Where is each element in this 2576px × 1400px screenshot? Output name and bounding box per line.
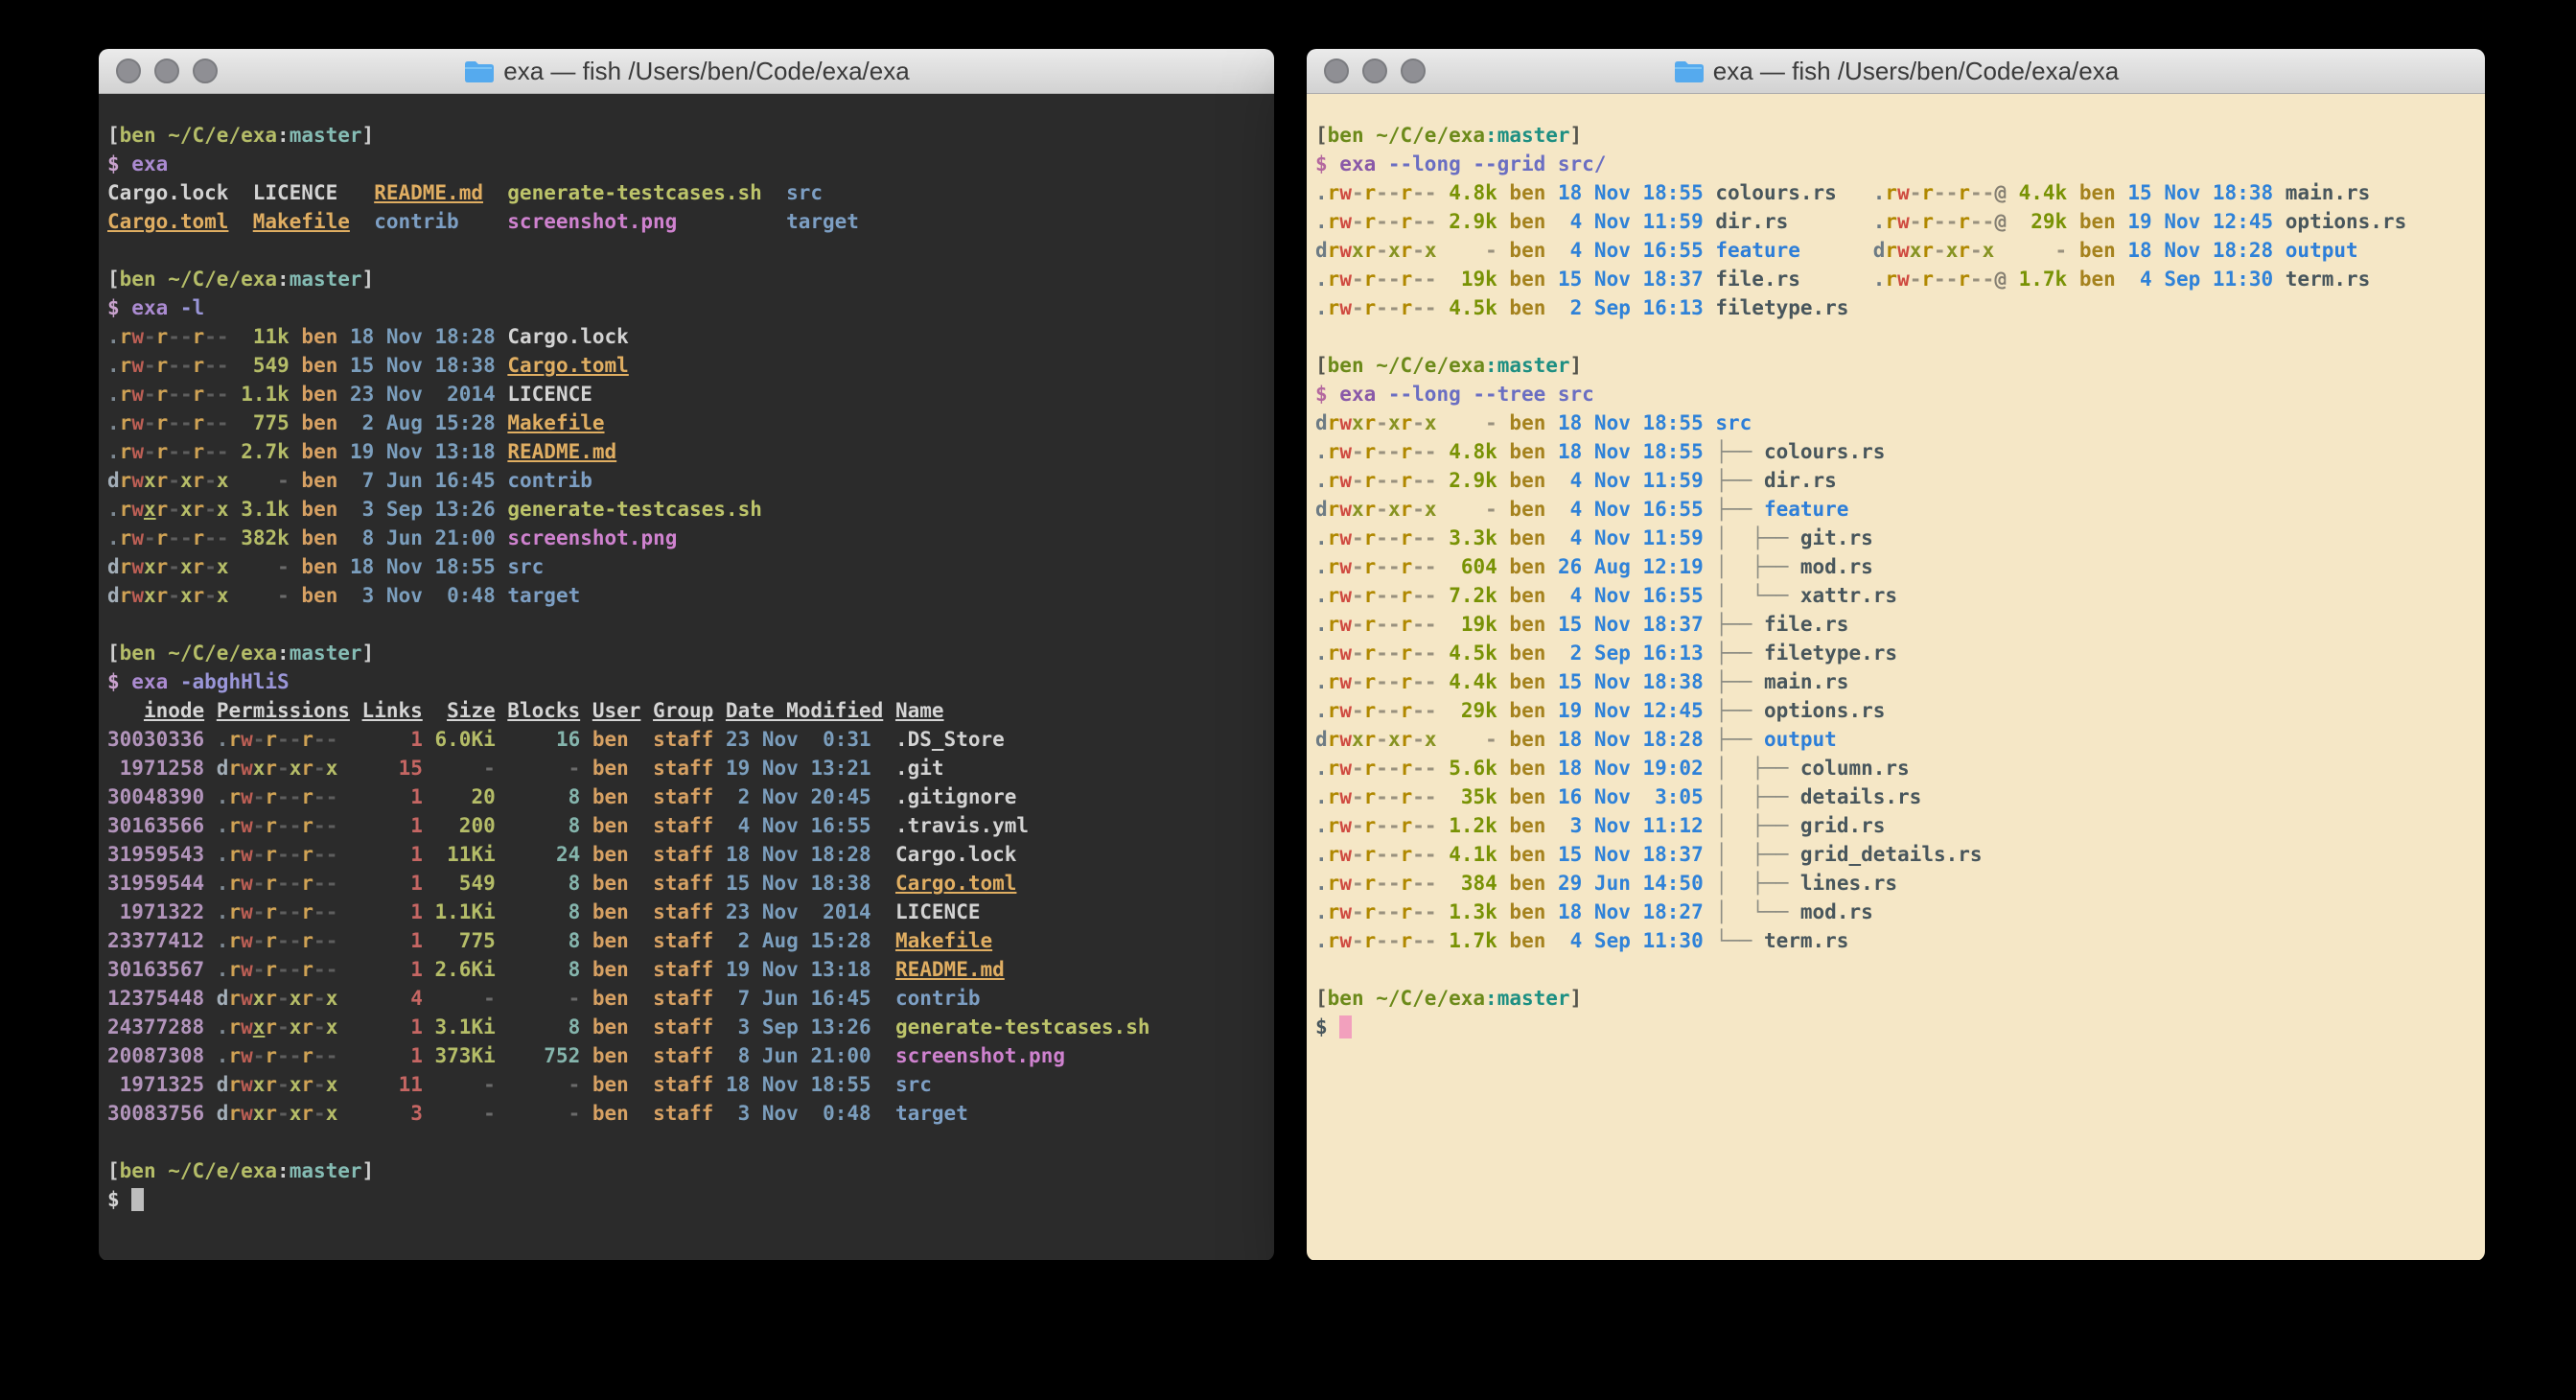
window-title: exa — fish /Users/ben/Code/exa/exa <box>1673 57 2119 86</box>
titlebar[interactable]: exa — fish /Users/ben/Code/exa/exa <box>99 49 1274 94</box>
zoom-button[interactable] <box>1401 58 1426 83</box>
terminal-line: .rw-r--r-- 549 ben 15 Nov 18:38 Cargo.to… <box>107 351 1266 380</box>
terminal-line: .rw-r--r-- 4.8k ben 18 Nov 18:55 ├── col… <box>1315 437 2477 466</box>
terminal-line: .rw-r--r-- 2.9k ben 4 Nov 11:59 ├── dir.… <box>1315 466 2477 495</box>
terminal-screen-left[interactable]: [ben ~/C/e/exa:master]$ exaCargo.lock LI… <box>99 94 1274 1260</box>
terminal-line: drwxr-xr-x - ben 3 Nov 0:48 target <box>107 581 1266 610</box>
terminal-line: drwxr-xr-x - ben 4 Nov 16:55 feature drw… <box>1315 236 2477 265</box>
terminal-line: .rw-r--r-- 1.7k ben 4 Sep 11:30 └── term… <box>1315 926 2477 955</box>
terminal-line: 23377412 .rw-r--r-- 1 775 8 ben staff 2 … <box>107 926 1266 955</box>
terminal-line: $ <box>107 1185 1266 1214</box>
terminal-line: drwxr-xr-x - ben 4 Nov 16:55 ├── feature <box>1315 495 2477 524</box>
terminal-line: $ exa -l <box>107 293 1266 322</box>
terminal-line: .rw-r--r-- 5.6k ben 18 Nov 19:02 │ ├── c… <box>1315 754 2477 782</box>
window-controls <box>116 49 218 93</box>
terminal-line: 30030336 .rw-r--r-- 1 6.0Ki 16 ben staff… <box>107 725 1266 754</box>
folder-icon <box>1673 58 1704 83</box>
terminal-screen-right[interactable]: [ben ~/C/e/exa:master]$ exa --long --gri… <box>1307 94 2485 1260</box>
terminal-line <box>107 1128 1266 1156</box>
terminal-line: drwxr-xr-x - ben 18 Nov 18:55 src <box>1315 408 2477 437</box>
terminal-line: 31959543 .rw-r--r-- 1 11Ki 24 ben staff … <box>107 840 1266 869</box>
terminal-line: drwxr-xr-x - ben 7 Jun 16:45 contrib <box>107 466 1266 495</box>
terminal-line: .rw-r--r-- 2.9k ben 4 Nov 11:59 dir.rs .… <box>1315 207 2477 236</box>
terminal-line: 30163567 .rw-r--r-- 1 2.6Ki 8 ben staff … <box>107 955 1266 984</box>
text-cursor <box>131 1188 144 1211</box>
terminal-line: .rw-r--r-- 4.4k ben 15 Nov 18:38 ├── mai… <box>1315 667 2477 696</box>
terminal-line: .rw-r--r-- 4.5k ben 2 Sep 16:13 filetype… <box>1315 293 2477 322</box>
terminal-line: 30163566 .rw-r--r-- 1 200 8 ben staff 4 … <box>107 811 1266 840</box>
window-title-text: exa — fish /Users/ben/Code/exa/exa <box>1713 57 2119 86</box>
terminal-line: 24377288 .rwxr-xr-x 1 3.1Ki 8 ben staff … <box>107 1013 1266 1041</box>
terminal-line: .rw-r--r-- 7.2k ben 4 Nov 16:55 │ └── xa… <box>1315 581 2477 610</box>
minimize-button[interactable] <box>1362 58 1387 83</box>
minimize-button[interactable] <box>154 58 179 83</box>
terminal-line: 20087308 .rw-r--r-- 1 373Ki 752 ben staf… <box>107 1041 1266 1070</box>
terminal-line: drwxr-xr-x - ben 18 Nov 18:55 src <box>107 552 1266 581</box>
terminal-line: .rw-r--r-- 11k ben 18 Nov 18:28 Cargo.lo… <box>107 322 1266 351</box>
terminal-line: $ <box>1315 1013 2477 1041</box>
terminal-line: [ben ~/C/e/exa:master] <box>1315 984 2477 1013</box>
window-title: exa — fish /Users/ben/Code/exa/exa <box>463 57 909 86</box>
terminal-line: .rwxr-xr-x 3.1k ben 3 Sep 13:26 generate… <box>107 495 1266 524</box>
terminal-line: .rw-r--r-- 1.1k ben 23 Nov 2014 LICENCE <box>107 380 1266 408</box>
terminal-line: 1971258 drwxr-xr-x 15 - - ben staff 19 N… <box>107 754 1266 782</box>
terminal-line: 30048390 .rw-r--r-- 1 20 8 ben staff 2 N… <box>107 782 1266 811</box>
close-button[interactable] <box>1324 58 1349 83</box>
terminal-line: Cargo.lock LICENCE README.md generate-te… <box>107 178 1266 207</box>
terminal-line <box>107 610 1266 639</box>
terminal-line: 30083756 drwxr-xr-x 3 - - ben staff 3 No… <box>107 1099 1266 1128</box>
terminal-line <box>1315 322 2477 351</box>
text-cursor <box>1339 1015 1352 1038</box>
terminal-line: .rw-r--r-- 4.5k ben 2 Sep 16:13 ├── file… <box>1315 639 2477 667</box>
folder-icon <box>463 58 494 83</box>
terminal-line: .rw-r--r-- 1.3k ben 18 Nov 18:27 │ └── m… <box>1315 898 2477 926</box>
window-title-text: exa — fish /Users/ben/Code/exa/exa <box>503 57 909 86</box>
terminal-line: [ben ~/C/e/exa:master] <box>1315 351 2477 380</box>
terminal-line: inode Permissions Links Size Blocks User… <box>107 696 1266 725</box>
terminal-line: .rw-r--r-- 604 ben 26 Aug 12:19 │ ├── mo… <box>1315 552 2477 581</box>
desktop: { "colors": { "chrome": { "titlebar_text… <box>0 0 2576 1400</box>
terminal-line: [ben ~/C/e/exa:master] <box>107 121 1266 150</box>
terminal-line: .rw-r--r-- 4.1k ben 15 Nov 18:37 │ ├── g… <box>1315 840 2477 869</box>
terminal-line: .rw-r--r-- 35k ben 16 Nov 3:05 │ ├── det… <box>1315 782 2477 811</box>
terminal-line: .rw-r--r-- 2.7k ben 19 Nov 13:18 README.… <box>107 437 1266 466</box>
terminal-line: 1971325 drwxr-xr-x 11 - - ben staff 18 N… <box>107 1070 1266 1099</box>
terminal-line: $ exa -abghHliS <box>107 667 1266 696</box>
terminal-line: 31959544 .rw-r--r-- 1 549 8 ben staff 15… <box>107 869 1266 898</box>
terminal-line: [ben ~/C/e/exa:master] <box>107 639 1266 667</box>
terminal-line: 1971322 .rw-r--r-- 1 1.1Ki 8 ben staff 2… <box>107 898 1266 926</box>
terminal-line <box>107 236 1266 265</box>
terminal-line: .rw-r--r-- 19k ben 15 Nov 18:37 file.rs … <box>1315 265 2477 293</box>
terminal-line: [ben ~/C/e/exa:master] <box>1315 121 2477 150</box>
terminal-line <box>1315 955 2477 984</box>
terminal-line: .rw-r--r-- 384 ben 29 Jun 14:50 │ ├── li… <box>1315 869 2477 898</box>
window-controls <box>1324 49 1426 93</box>
terminal-line: $ exa --long --grid src/ <box>1315 150 2477 178</box>
terminal-line: [ben ~/C/e/exa:master] <box>107 1156 1266 1185</box>
terminal-line: .rw-r--r-- 19k ben 15 Nov 18:37 ├── file… <box>1315 610 2477 639</box>
terminal-line: .rw-r--r-- 4.8k ben 18 Nov 18:55 colours… <box>1315 178 2477 207</box>
close-button[interactable] <box>116 58 141 83</box>
terminal-line: [ben ~/C/e/exa:master] <box>107 265 1266 293</box>
terminal-line: .rw-r--r-- 775 ben 2 Aug 15:28 Makefile <box>107 408 1266 437</box>
terminal-line: drwxr-xr-x - ben 18 Nov 18:28 ├── output <box>1315 725 2477 754</box>
zoom-button[interactable] <box>193 58 218 83</box>
terminal-line: .rw-r--r-- 382k ben 8 Jun 21:00 screensh… <box>107 524 1266 552</box>
terminal-line: .rw-r--r-- 1.2k ben 3 Nov 11:12 │ ├── gr… <box>1315 811 2477 840</box>
terminal-line: .rw-r--r-- 3.3k ben 4 Nov 11:59 │ ├── gi… <box>1315 524 2477 552</box>
terminal-line: $ exa --long --tree src <box>1315 380 2477 408</box>
terminal-window-left: exa — fish /Users/ben/Code/exa/exa [ben … <box>99 49 1274 1261</box>
titlebar[interactable]: exa — fish /Users/ben/Code/exa/exa <box>1307 49 2485 94</box>
terminal-line: .rw-r--r-- 29k ben 19 Nov 12:45 ├── opti… <box>1315 696 2477 725</box>
terminal-window-right: exa — fish /Users/ben/Code/exa/exa [ben … <box>1307 49 2485 1261</box>
terminal-line: $ exa <box>107 150 1266 178</box>
terminal-line: 12375448 drwxr-xr-x 4 - - ben staff 7 Ju… <box>107 984 1266 1013</box>
terminal-line: Cargo.toml Makefile contrib screenshot.p… <box>107 207 1266 236</box>
